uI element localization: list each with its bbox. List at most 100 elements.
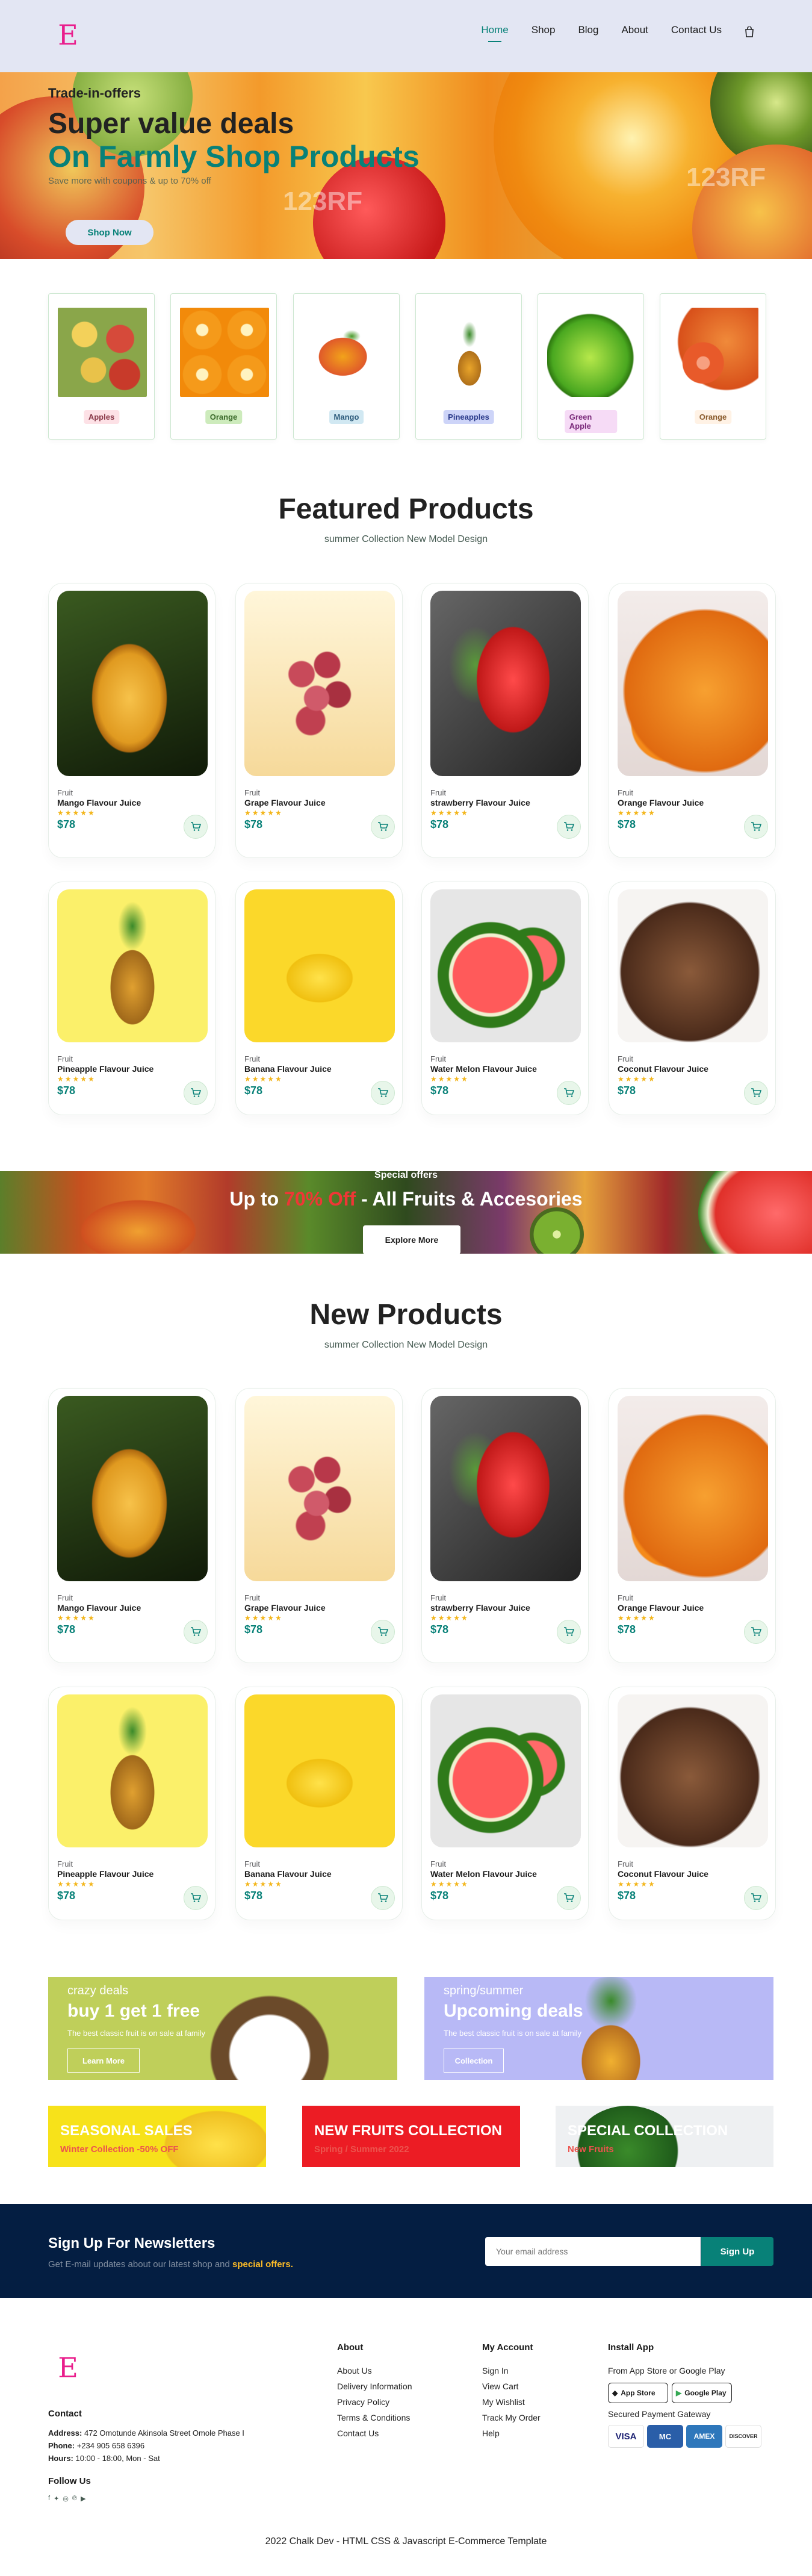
product-name[interactable]: Orange Flavour Juice [618, 798, 704, 807]
product-name[interactable]: Coconut Flavour Juice [618, 1064, 708, 1074]
category-card[interactable]: Green Apple [538, 293, 644, 440]
product-card[interactable]: Fruit Water Melon Flavour Juice ★★★★★ $78 [421, 1687, 589, 1920]
footer-link[interactable]: View Cart [482, 2382, 541, 2391]
add-to-cart-button[interactable] [557, 815, 581, 839]
play-icon: ▶ [676, 2389, 682, 2397]
nav-about[interactable]: About [621, 24, 648, 40]
product-name[interactable]: Mango Flavour Juice [57, 798, 141, 807]
footer-link[interactable]: My Wishlist [482, 2397, 541, 2407]
logo[interactable]: E [57, 20, 79, 49]
product-card[interactable]: Fruit Banana Flavour Juice ★★★★★ $78 [235, 882, 403, 1115]
hero-copy: Trade-in-offers Super value deals On Far… [48, 86, 420, 186]
add-to-cart-button[interactable] [744, 1886, 768, 1910]
promo-banner-buy-one[interactable]: crazy deals buy 1 get 1 free The best cl… [48, 1977, 397, 2080]
product-card[interactable]: Fruit Grape Flavour Juice ★★★★★ $78 [235, 1388, 403, 1663]
product-card[interactable]: Fruit Banana Flavour Juice ★★★★★ $78 [235, 1687, 403, 1920]
rating-stars-icon: ★★★★★ [618, 1614, 656, 1622]
facebook-icon[interactable]: f [48, 2495, 50, 2503]
add-to-cart-button[interactable] [744, 1620, 768, 1644]
add-to-cart-button[interactable] [371, 1620, 395, 1644]
learn-more-button[interactable]: Learn More [67, 2049, 140, 2073]
add-to-cart-button[interactable] [184, 1886, 208, 1910]
product-name[interactable]: Mango Flavour Juice [57, 1603, 141, 1613]
product-card[interactable]: Fruit Mango Flavour Juice ★★★★★ $78 [48, 1388, 215, 1663]
product-card[interactable]: Fruit strawberry Flavour Juice ★★★★★ $78 [421, 1388, 589, 1663]
add-to-cart-button[interactable] [371, 1081, 395, 1105]
product-card[interactable]: Fruit strawberry Flavour Juice ★★★★★ $78 [421, 583, 589, 858]
product-image [430, 1396, 581, 1581]
product-image [57, 889, 208, 1042]
newsletter-signup-button[interactable]: Sign Up [701, 2237, 773, 2266]
product-name[interactable]: Grape Flavour Juice [244, 1603, 326, 1613]
footer-link[interactable]: Delivery Information [337, 2382, 412, 2391]
add-to-cart-button[interactable] [184, 1081, 208, 1105]
category-card[interactable]: Apples [48, 293, 155, 440]
add-to-cart-button[interactable] [557, 1620, 581, 1644]
shop-now-button[interactable]: Shop Now [66, 220, 153, 245]
product-name[interactable]: Coconut Flavour Juice [618, 1869, 708, 1879]
footer-link[interactable]: Terms & Conditions [337, 2413, 412, 2422]
footer-link[interactable]: About Us [337, 2366, 412, 2375]
twitter-icon[interactable]: ✦ [54, 2495, 59, 2503]
nav-home[interactable]: Home [481, 24, 509, 42]
product-name[interactable]: Banana Flavour Juice [244, 1869, 332, 1879]
product-price: $78 [618, 1084, 636, 1097]
footer-link[interactable]: Track My Order [482, 2413, 541, 2422]
product-name[interactable]: Grape Flavour Juice [244, 798, 326, 807]
product-name[interactable]: strawberry Flavour Juice [430, 1603, 530, 1613]
footer-link[interactable]: Help [482, 2428, 541, 2438]
promo-special-collection[interactable]: SPECIAL COLLECTION New Fruits [556, 2106, 773, 2167]
footer-logo[interactable]: E [57, 2353, 79, 2382]
add-to-cart-button[interactable] [744, 815, 768, 839]
add-to-cart-button[interactable] [557, 1886, 581, 1910]
product-card[interactable]: Fruit Water Melon Flavour Juice ★★★★★ $78 [421, 882, 589, 1115]
pinterest-icon[interactable]: ℗ [72, 2495, 77, 2503]
product-name[interactable]: Orange Flavour Juice [618, 1603, 704, 1613]
promo-seasonal-sales[interactable]: SEASONAL SALES Winter Collection -50% OF… [48, 2106, 266, 2167]
shopping-bag-icon[interactable] [745, 26, 754, 37]
product-name[interactable]: Pineapple Flavour Juice [57, 1869, 153, 1879]
product-price: $78 [244, 818, 263, 830]
footer-link[interactable]: Sign In [482, 2366, 541, 2375]
product-name[interactable]: Banana Flavour Juice [244, 1064, 332, 1074]
add-to-cart-button[interactable] [371, 815, 395, 839]
category-card[interactable]: Mango [293, 293, 400, 440]
product-card[interactable]: Fruit Pineapple Flavour Juice ★★★★★ $78 [48, 882, 215, 1115]
category-card[interactable]: Orange [660, 293, 766, 440]
nav-blog[interactable]: Blog [578, 24, 598, 40]
add-to-cart-button[interactable] [184, 1620, 208, 1644]
product-card[interactable]: Fruit Coconut Flavour Juice ★★★★★ $78 [609, 1687, 776, 1920]
product-price: $78 [430, 1623, 449, 1635]
product-card[interactable]: Fruit Coconut Flavour Juice ★★★★★ $78 [609, 882, 776, 1115]
add-to-cart-button[interactable] [371, 1886, 395, 1910]
youtube-icon[interactable]: ▶ [81, 2495, 85, 2503]
product-card[interactable]: Fruit Orange Flavour Juice ★★★★★ $78 [609, 1388, 776, 1663]
promo-new-fruits[interactable]: NEW FRUITS COLLECTION Spring / Summer 20… [302, 2106, 520, 2167]
category-card[interactable]: Orange [170, 293, 277, 440]
category-card[interactable]: Pineapples [415, 293, 522, 440]
newsletter-email-input[interactable] [485, 2237, 701, 2266]
nav-contact[interactable]: Contact Us [671, 24, 722, 40]
product-name[interactable]: strawberry Flavour Juice [430, 798, 530, 807]
product-image [430, 1694, 581, 1847]
nav-shop[interactable]: Shop [532, 24, 556, 40]
footer-link[interactable]: Privacy Policy [337, 2397, 412, 2407]
promo-banner-upcoming[interactable]: spring/summer Upcoming deals The best cl… [424, 1977, 773, 2080]
collection-button[interactable]: Collection [444, 2049, 504, 2073]
add-to-cart-button[interactable] [744, 1081, 768, 1105]
footer-link[interactable]: Contact Us [337, 2428, 412, 2438]
product-card[interactable]: Fruit Grape Flavour Juice ★★★★★ $78 [235, 583, 403, 858]
google-play-badge[interactable]: ▶ Google Play [672, 2383, 732, 2403]
product-card[interactable]: Fruit Pineapple Flavour Juice ★★★★★ $78 [48, 1687, 215, 1920]
add-to-cart-button[interactable] [184, 815, 208, 839]
product-name[interactable]: Water Melon Flavour Juice [430, 1064, 537, 1074]
product-name[interactable]: Water Melon Flavour Juice [430, 1869, 537, 1879]
app-store-badge[interactable]: ◆ App Store [608, 2383, 668, 2403]
product-card[interactable]: Fruit Mango Flavour Juice ★★★★★ $78 [48, 583, 215, 858]
instagram-icon[interactable]: ◎ [63, 2495, 69, 2503]
add-to-cart-button[interactable] [557, 1081, 581, 1105]
product-name[interactable]: Pineapple Flavour Juice [57, 1064, 153, 1074]
product-card[interactable]: Fruit Orange Flavour Juice ★★★★★ $78 [609, 583, 776, 858]
explore-more-button[interactable]: Explore More [363, 1225, 460, 1254]
follow-title: Follow Us [48, 2476, 91, 2486]
